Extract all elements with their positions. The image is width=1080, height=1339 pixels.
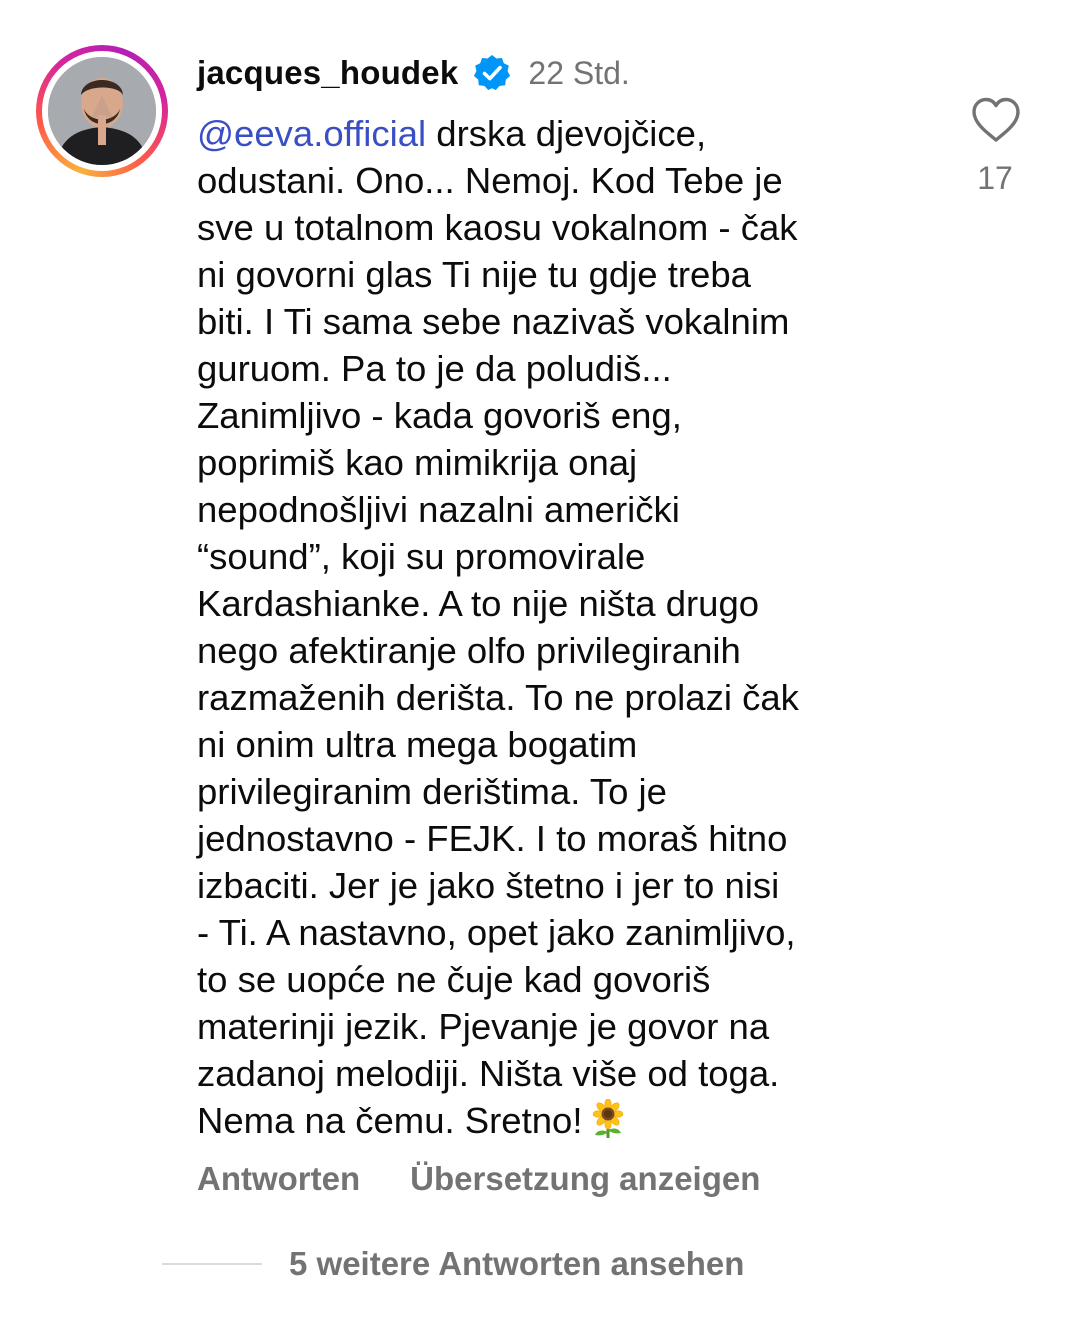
comment-line: @eeva.official drska djevojčice, (197, 110, 927, 157)
comment-line: zadanoj melodiji. Ništa više od toga. (197, 1053, 780, 1094)
comment-line: biti. I Ti sama sebe nazivaš vokalnim (197, 301, 790, 342)
comment-line: sve u totalnom kaosu vokalnom - čak (197, 207, 798, 248)
comment-line: Kardashianke. A to nije ništa drugo (197, 583, 760, 624)
comment-line: guruom. Pa to je da poludiš... (197, 348, 672, 389)
comment-actions: Antworten Übersetzung anzeigen (197, 1160, 760, 1198)
view-more-replies[interactable]: 5 weitere Antworten ansehen (162, 1245, 744, 1283)
view-more-replies-label[interactable]: 5 weitere Antworten ansehen (289, 1245, 744, 1283)
comment-line: izbaciti. Jer je jako štetno i jer to ni… (197, 865, 780, 906)
heart-outline-icon[interactable] (970, 96, 1022, 144)
comment-line-text: drska djevojčice, (426, 113, 707, 154)
comment-text: @eeva.official drska djevojčice, odustan… (197, 110, 927, 1144)
comment-line: “sound”, koji su promovirale (197, 536, 646, 577)
like-count: 17 (977, 160, 1013, 196)
comment-line-text: Nema na čemu. Sretno! (197, 1100, 583, 1141)
comment-line: nepodnošljivi nazalni američki (197, 489, 680, 530)
story-ring[interactable] (36, 45, 168, 177)
avatar-photo (48, 57, 156, 165)
comment-line: Zanimljivo - kada govoriš eng, (197, 395, 682, 436)
divider (162, 1263, 262, 1265)
comment-line: poprimiš kao mimikrija onaj (197, 442, 638, 483)
mention-link[interactable]: @eeva.official (197, 113, 426, 154)
comment-header: jacques_houdek 22 Std. (197, 52, 630, 94)
translate-button[interactable]: Übersetzung anzeigen (410, 1160, 760, 1198)
reply-button[interactable]: Antworten (197, 1160, 360, 1198)
timestamp: 22 Std. (528, 54, 630, 91)
comment-line: razmaženih derišta. To ne prolazi čak (197, 677, 799, 718)
comment-line: nego afektiranje olfo privilegiranih (197, 630, 741, 671)
username[interactable]: jacques_houdek (197, 54, 458, 92)
comment-line: ni onim ultra mega bogatim (197, 724, 638, 765)
comment-line: - Ti. A nastavno, opet jako zanimljivo, (197, 912, 796, 953)
avatar[interactable] (48, 57, 156, 165)
comment-line: materinji jezik. Pjevanje je govor na (197, 1006, 770, 1047)
comment-line: ni govorni glas Ti nije tu gdje treba (197, 254, 751, 295)
comment-line: Nema na čemu. Sretno! (197, 1097, 927, 1144)
verified-badge-icon (474, 55, 511, 90)
comment-line: to se uopće ne čuje kad govoriš (197, 959, 711, 1000)
avatar-frame (42, 51, 162, 171)
sunflower-icon (593, 1099, 624, 1138)
comment-line: jednostavno - FEJK. I to moraš hitno (197, 818, 788, 859)
comment-line: odustani. Ono... Nemoj. Kod Tebe je (197, 160, 783, 201)
comment-line: privilegiranim derištima. To je (197, 771, 667, 812)
